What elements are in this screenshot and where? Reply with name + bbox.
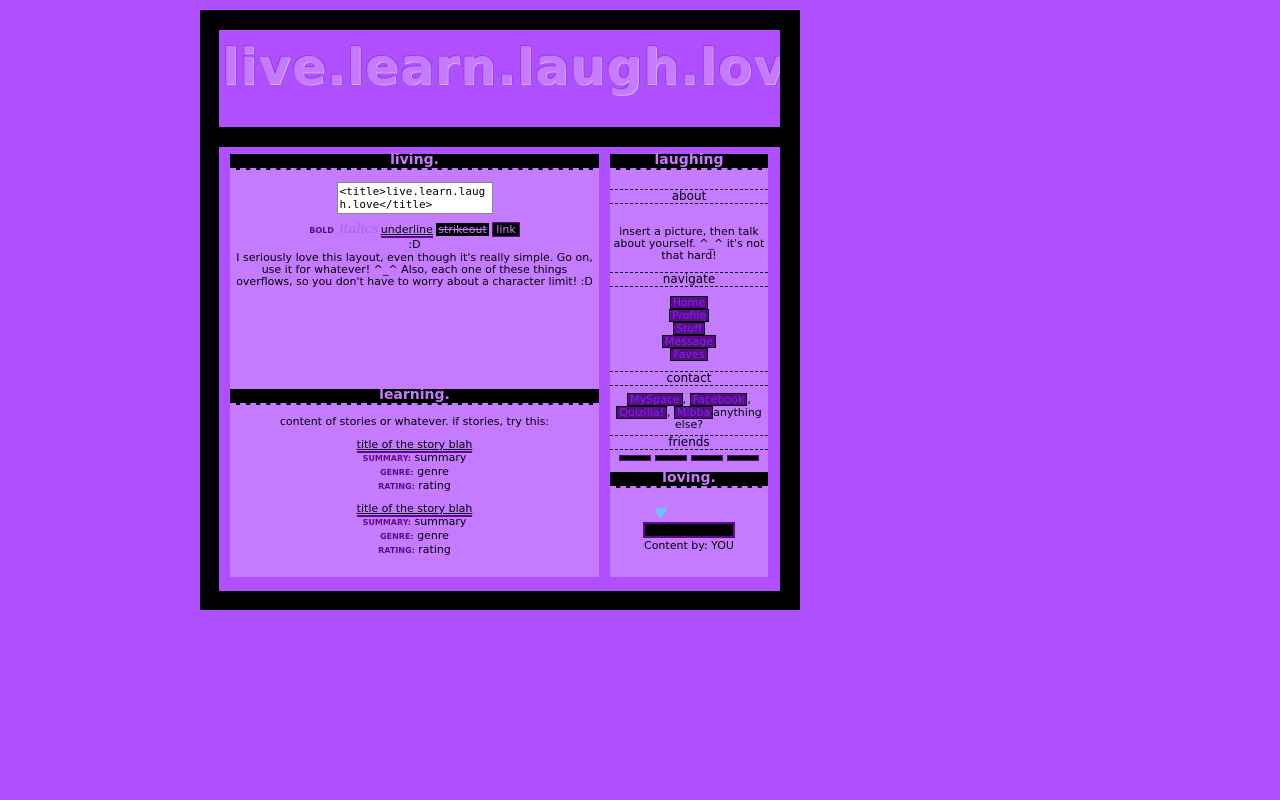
contact-facebook-link[interactable]: Facebook bbox=[689, 393, 748, 406]
contact-heading: contact bbox=[610, 371, 768, 386]
nav-home-link[interactable]: Home bbox=[669, 296, 709, 309]
contact-myspace-link[interactable]: MySpace bbox=[627, 393, 683, 406]
nav-faves-link[interactable]: Faves bbox=[670, 348, 708, 361]
header-banner: live.learn.laugh.love. bbox=[219, 30, 780, 127]
friend-thumb[interactable] bbox=[691, 455, 723, 461]
format-examples: BOLD italics underline strikeout link :D bbox=[230, 222, 599, 252]
learning-heading: learning. bbox=[230, 388, 599, 405]
content-credit: Content by: YOU bbox=[644, 539, 734, 552]
layout-frame: live.learn.laugh.love. living. <title>li… bbox=[200, 10, 800, 610]
living-body: I seriously love this layout, even thoug… bbox=[236, 251, 593, 288]
living-heading: living. bbox=[230, 153, 599, 170]
about-text: insert a picture, then talk about yourse… bbox=[613, 225, 765, 262]
loving-content: ♥ Content by: YOU bbox=[610, 506, 768, 552]
learning-intro: content of stories or whatever. if stori… bbox=[279, 415, 550, 428]
about-heading: about bbox=[610, 189, 768, 204]
laughing-panel: laughing about insert a picture, then ta… bbox=[610, 153, 768, 577]
laughing-heading: laughing bbox=[610, 153, 768, 170]
contact-quizilla-link[interactable]: Quizilla! bbox=[616, 406, 667, 419]
loving-banner bbox=[643, 522, 735, 538]
heart-icon: ♥ bbox=[654, 504, 668, 522]
underline-example: underline bbox=[380, 223, 433, 238]
site-title: live.learn.laugh.love. bbox=[222, 38, 780, 96]
loving-heading: loving. bbox=[610, 471, 768, 488]
story-entry: title of the story blah SUMMARY: summary… bbox=[356, 502, 473, 556]
navigate-heading: navigate bbox=[610, 272, 768, 287]
contact-links: MySpace, Facebook, Quizilla!, Mibba anyth… bbox=[610, 393, 768, 431]
friend-thumb[interactable] bbox=[727, 455, 759, 461]
link-example[interactable]: link bbox=[492, 222, 520, 237]
nav-stuff-link[interactable]: Stuff bbox=[673, 322, 705, 335]
friends-heading: friends bbox=[610, 435, 768, 450]
italics-example: italics bbox=[339, 222, 379, 237]
smile-text: :D bbox=[408, 238, 421, 251]
friends-list bbox=[610, 455, 768, 461]
nav-message-link[interactable]: Message bbox=[661, 335, 717, 348]
friend-thumb[interactable] bbox=[619, 455, 651, 461]
story-entry: title of the story blah SUMMARY: summary… bbox=[356, 438, 473, 492]
nav-profile-link[interactable]: Profile bbox=[668, 309, 710, 322]
code-textarea[interactable]: <title>live.learn.laugh.love</title> bbox=[336, 182, 493, 214]
nav-links: Home Profile Stuff Message Faves bbox=[610, 296, 768, 361]
bold-example: BOLD bbox=[309, 226, 334, 235]
strikeout-example: strikeout bbox=[436, 223, 489, 236]
friend-thumb[interactable] bbox=[655, 455, 687, 461]
learning-panel: learning. content of stories or whatever… bbox=[230, 388, 599, 577]
living-panel: living. <title>live.learn.laugh.love</ti… bbox=[230, 153, 599, 389]
main-content: living. <title>live.learn.laugh.love</ti… bbox=[219, 147, 780, 591]
